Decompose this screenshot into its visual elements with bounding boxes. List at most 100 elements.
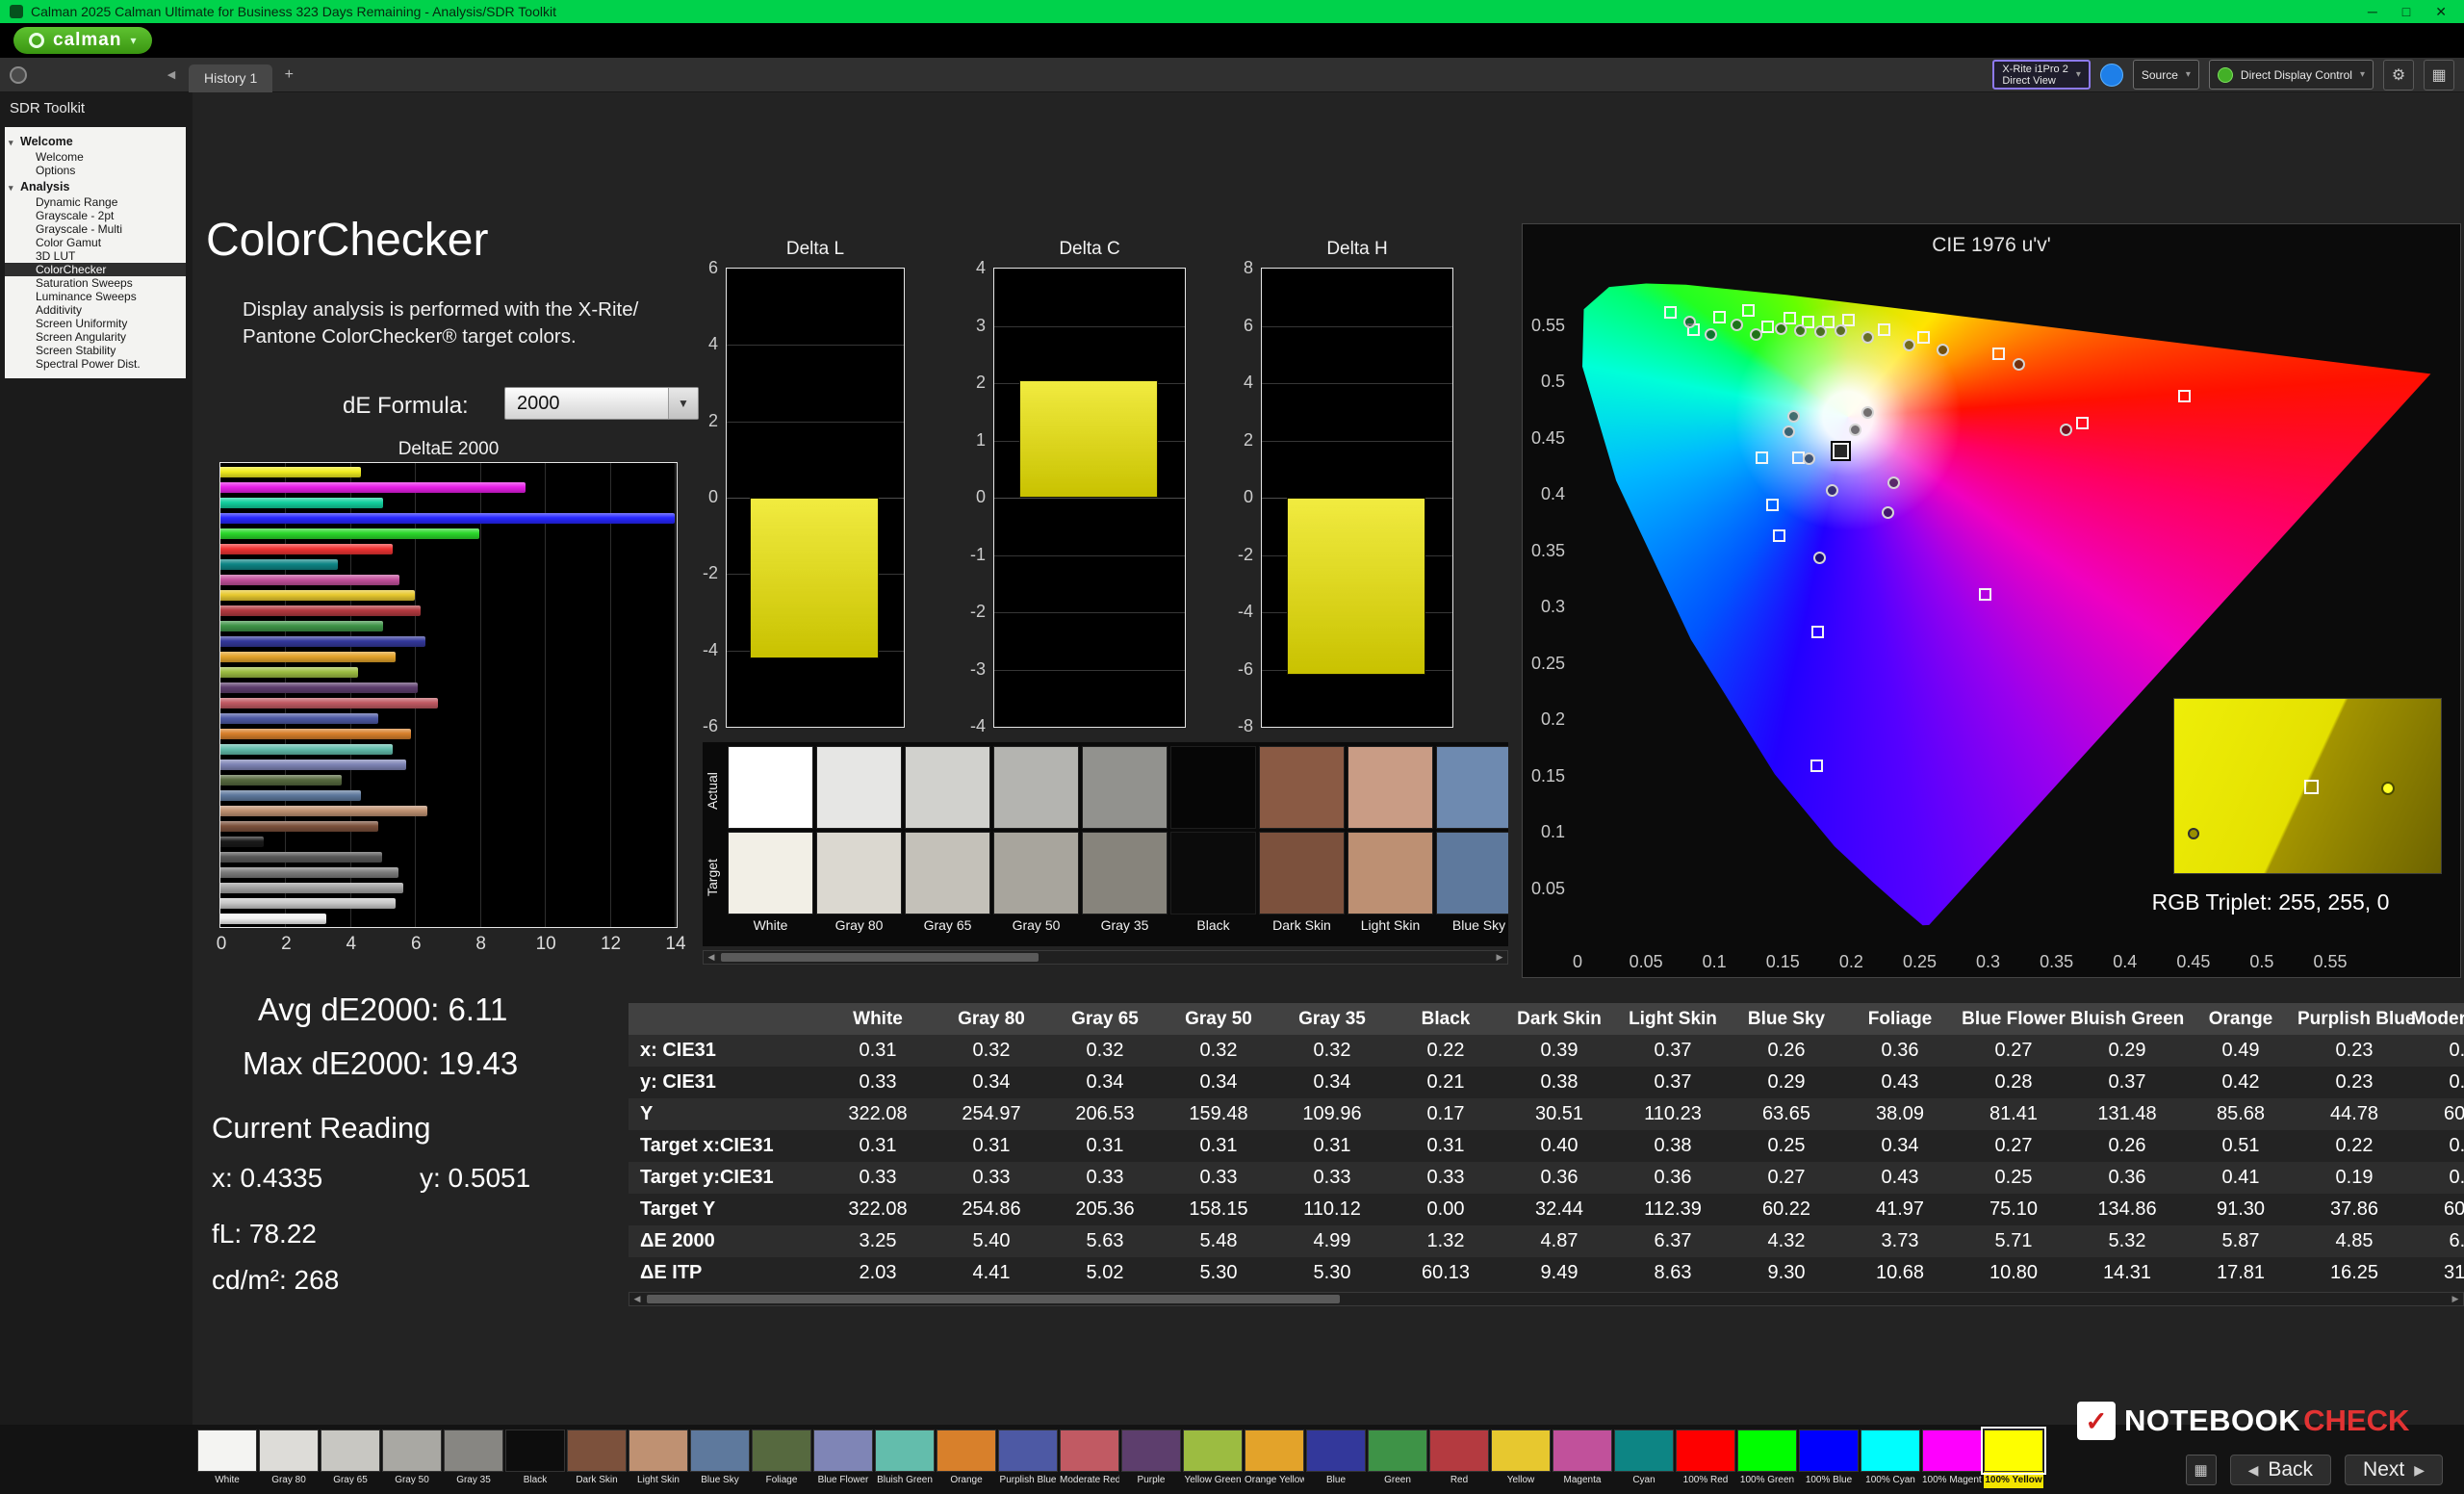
- patch-100-red[interactable]: 100% Red: [1676, 1430, 1735, 1488]
- patch-foliage[interactable]: Foliage: [752, 1430, 811, 1488]
- bar-moderate-red: [220, 698, 438, 708]
- table-cell: 0.33: [821, 1162, 935, 1194]
- grid-line: [994, 612, 1185, 613]
- strip-scrollbar[interactable]: ◀ ▶: [703, 950, 1508, 965]
- delta-h-plot: [1261, 268, 1453, 728]
- sidebar-item-saturation-sweeps[interactable]: Saturation Sweeps: [5, 276, 186, 290]
- next-button[interactable]: Next ▶: [2345, 1455, 2443, 1485]
- display-control-select[interactable]: Direct Display Control ▾: [2209, 60, 2374, 90]
- de-formula-select[interactable]: 2000 ▼: [504, 387, 699, 420]
- table-scrollbar[interactable]: ◀ ▶: [629, 1292, 2464, 1306]
- sidebar-item-screen-stability[interactable]: Screen Stability: [5, 344, 186, 357]
- patch-blue-flower[interactable]: Blue Flower: [813, 1430, 873, 1488]
- source-select[interactable]: Source ▾: [2133, 60, 2199, 90]
- patch-100-green[interactable]: 100% Green: [1737, 1430, 1797, 1488]
- table-cell: 0.32: [1275, 1035, 1389, 1067]
- grid-line: [727, 345, 904, 346]
- table-cell: 3.73: [1843, 1225, 1957, 1257]
- patch-gray-50[interactable]: Gray 50: [382, 1430, 442, 1488]
- patch-100-yellow[interactable]: 100% Yellow: [1984, 1430, 2043, 1488]
- patch-white[interactable]: White: [197, 1430, 257, 1488]
- close-button[interactable]: ✕: [2435, 4, 2447, 20]
- table-cell: 0.46: [2411, 1130, 2464, 1162]
- patch-green[interactable]: Green: [1368, 1430, 1427, 1488]
- patch-gray-65[interactable]: Gray 65: [321, 1430, 380, 1488]
- sidebar-item-grayscale-2pt[interactable]: Grayscale - 2pt: [5, 209, 186, 222]
- sidebar-item-spectral-power-dist[interactable]: Spectral Power Dist.: [5, 357, 186, 371]
- grid-line: [994, 670, 1185, 671]
- table-cell: 8.63: [1616, 1257, 1730, 1289]
- calman-menu-button[interactable]: calman ▾: [13, 27, 152, 54]
- add-tab-button[interactable]: +: [278, 64, 299, 86]
- scroll-right-icon[interactable]: ▶: [1492, 951, 1507, 964]
- strip-cols: WhiteGray 80Gray 65Gray 50Gray 35BlackDa…: [728, 746, 1508, 933]
- patch-purple[interactable]: Purple: [1121, 1430, 1181, 1488]
- patch-red[interactable]: Red: [1429, 1430, 1489, 1488]
- session-menu-button[interactable]: [10, 66, 27, 84]
- layout-toggle-button[interactable]: ▦: [2186, 1455, 2217, 1485]
- sidebar-item-welcome[interactable]: Welcome: [5, 150, 186, 164]
- table-cell: 38.09: [1843, 1098, 1957, 1130]
- scrollbar-thumb[interactable]: [647, 1295, 1340, 1303]
- target-swatch: [1259, 832, 1345, 914]
- tab-history-1[interactable]: History 1: [189, 64, 272, 92]
- measurement-marker: [1887, 477, 1900, 489]
- patch-dark-skin[interactable]: Dark Skin: [567, 1430, 627, 1488]
- sidebar-item-dynamic-range[interactable]: Dynamic Range: [5, 195, 186, 209]
- patch-100-cyan[interactable]: 100% Cyan: [1861, 1430, 1920, 1488]
- minimize-button[interactable]: ─: [2368, 4, 2377, 20]
- patch-gray-80[interactable]: Gray 80: [259, 1430, 319, 1488]
- patch-yellow-green[interactable]: Yellow Green: [1183, 1430, 1243, 1488]
- sidebar-item-grayscale-multi[interactable]: Grayscale - Multi: [5, 222, 186, 236]
- swatch-column-dark-skin: Dark Skin: [1259, 746, 1345, 933]
- y-tick-label: 2: [1219, 430, 1253, 451]
- settings-gear-button[interactable]: ⚙: [2383, 60, 2414, 90]
- patch-light-skin[interactable]: Light Skin: [629, 1430, 688, 1488]
- chevron-down-icon: ▾: [2186, 69, 2191, 80]
- patch-moderate-red[interactable]: Moderate Red: [1060, 1430, 1119, 1488]
- maximize-button[interactable]: □: [2402, 4, 2410, 20]
- measurement-marker: [1937, 344, 1949, 356]
- sidebar-item-luminance-sweeps[interactable]: Luminance Sweeps: [5, 290, 186, 303]
- tree-section-welcome[interactable]: Welcome: [5, 132, 186, 150]
- sidebar-item-screen-angularity[interactable]: Screen Angularity: [5, 330, 186, 344]
- table-cell: 110.12: [1275, 1194, 1389, 1225]
- sidebar-item-additivity[interactable]: Additivity: [5, 303, 186, 317]
- tab-scroll-left-button[interactable]: ◀: [162, 65, 181, 85]
- swatch-column-gray-50: Gray 50: [993, 746, 1079, 933]
- patch-100-blue[interactable]: 100% Blue: [1799, 1430, 1859, 1488]
- meter-select[interactable]: X-Rite i1Pro 2 Direct View ▾: [1992, 60, 2091, 90]
- patch-orange[interactable]: Orange: [937, 1430, 996, 1488]
- layout-button[interactable]: ▦: [2424, 60, 2454, 90]
- sidebar-item-3d-lut[interactable]: 3D LUT: [5, 249, 186, 263]
- actual-row-label: Actual: [705, 750, 724, 833]
- target-marker: [1713, 311, 1726, 323]
- patch-orange-yellow[interactable]: Orange Yellow: [1245, 1430, 1304, 1488]
- patch-blue-sky[interactable]: Blue Sky: [690, 1430, 750, 1488]
- patch-magenta[interactable]: Magenta: [1553, 1430, 1612, 1488]
- sidebar-item-options[interactable]: Options: [5, 164, 186, 177]
- target-marker: [1917, 331, 1930, 344]
- sidebar-item-screen-uniformity[interactable]: Screen Uniformity: [5, 317, 186, 330]
- patch-100-magenta[interactable]: 100% Magenta: [1922, 1430, 1982, 1488]
- swatch-label: Dark Skin: [1259, 917, 1345, 933]
- patch-purplish-blue[interactable]: Purplish Blue: [998, 1430, 1058, 1488]
- scrollbar-thumb[interactable]: [721, 953, 1039, 962]
- patch-black[interactable]: Black: [505, 1430, 565, 1488]
- patch-cyan[interactable]: Cyan: [1614, 1430, 1674, 1488]
- swatch-label: Gray 65: [905, 917, 990, 933]
- patch-gray-35[interactable]: Gray 35: [444, 1430, 503, 1488]
- sidebar-item-color-gamut[interactable]: Color Gamut: [5, 236, 186, 249]
- tree-section-analysis[interactable]: Analysis: [5, 177, 186, 195]
- bar-magenta: [220, 575, 399, 585]
- sidebar-item-colorchecker[interactable]: ColorChecker: [5, 263, 186, 276]
- table-cell: 5.48: [1162, 1225, 1275, 1257]
- patch-bluish-green[interactable]: Bluish Green: [875, 1430, 935, 1488]
- bar-blue: [220, 636, 425, 647]
- back-button[interactable]: ◀ Back: [2230, 1455, 2331, 1485]
- scroll-left-icon[interactable]: ◀: [704, 951, 719, 964]
- patch-yellow[interactable]: Yellow: [1491, 1430, 1551, 1488]
- patch-blue[interactable]: Blue: [1306, 1430, 1366, 1488]
- scroll-left-icon[interactable]: ◀: [629, 1293, 645, 1305]
- scroll-right-icon[interactable]: ▶: [2448, 1293, 2463, 1305]
